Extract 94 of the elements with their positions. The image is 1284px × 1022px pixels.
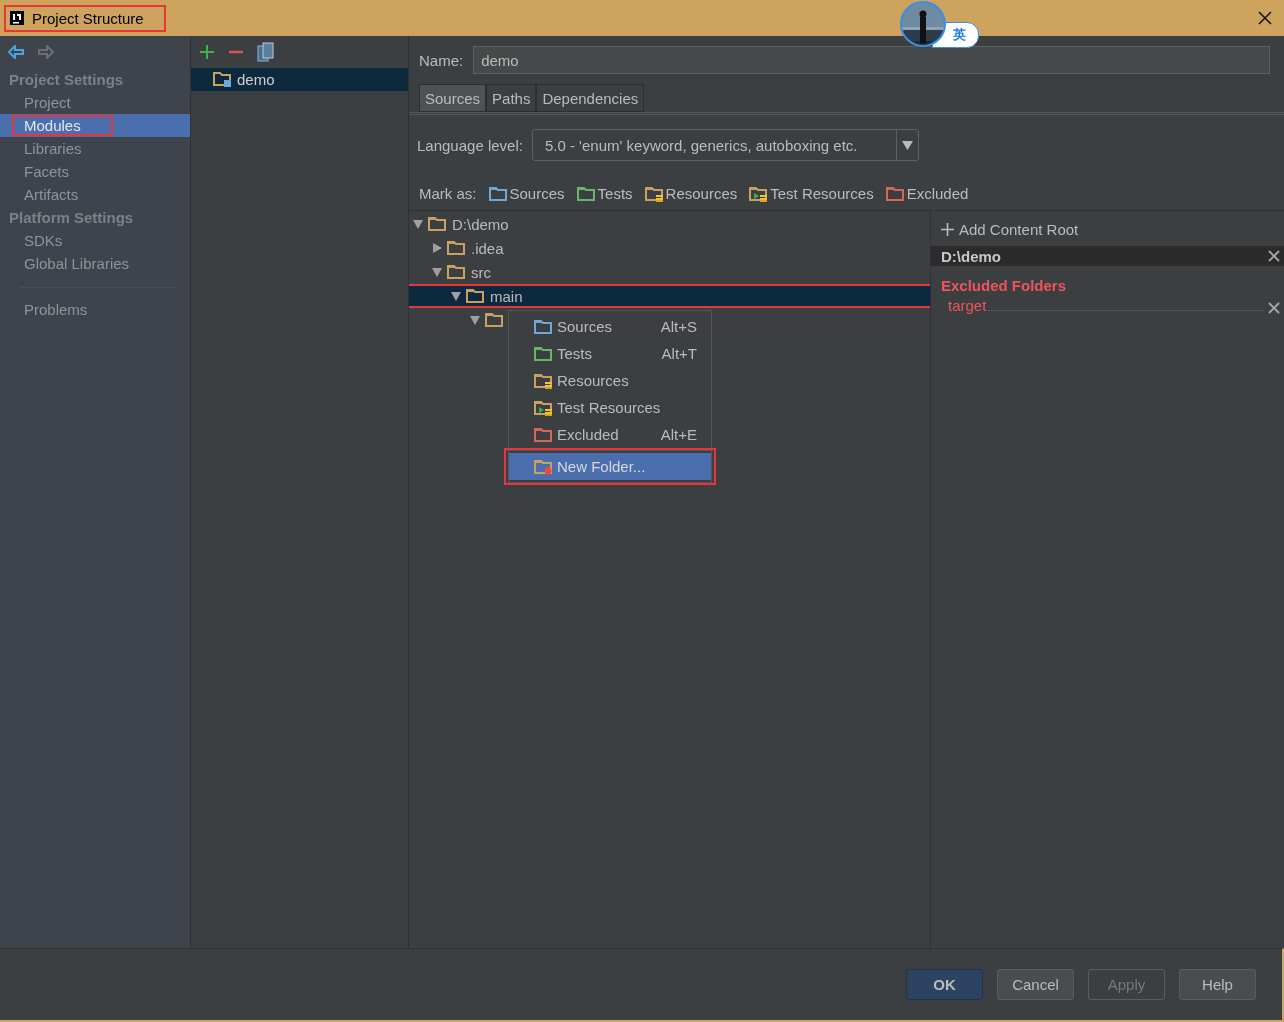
menu-item[interactable]: Test Resources [509,394,711,421]
folder-label: .idea [471,239,504,257]
folder-label: D:\demo [452,215,509,233]
language-level-label: Language level: [417,136,523,154]
tree-row[interactable]: main [409,284,930,308]
menu-item[interactable]: Resources [509,367,711,394]
folder-icon [447,240,466,256]
content-root-path: D:\demo [941,247,1001,265]
tree-row[interactable]: .idea [409,236,504,260]
tree-row[interactable]: src [409,260,491,284]
menu-item-label: Resources [557,372,629,389]
expanded-arrow-icon[interactable] [432,267,442,277]
excluded-folder-name: target [948,297,987,314]
folder-icon [466,288,485,304]
excluded-folders-heading: Excluded Folders [941,277,1067,294]
copy-icon[interactable] [257,42,275,62]
app-logo-icon [10,11,24,25]
mark-as-button[interactable]: Test Resources [749,185,874,202]
mark-as-button[interactable]: Resources [644,185,738,202]
sidebar-item-label: Artifacts [23,185,80,205]
sidebar-heading: Project Settings [8,70,125,90]
folder-icon [749,185,769,202]
sidebar-item-label: Facets [23,162,70,182]
sidebar-item[interactable]: Problems [0,298,190,321]
folder-icon [885,185,905,202]
folder-icon [534,458,553,475]
collapsed-arrow-icon[interactable] [432,243,442,253]
remove-root-button[interactable] [1268,250,1280,262]
folder-label: main [490,287,523,305]
tab[interactable]: Sources [419,84,487,112]
menu-item-label: Sources [557,318,613,335]
language-level-dropdown[interactable]: 5.0 - 'enum' keyword, generics, autoboxing etc. [531,129,919,161]
folder-icon [488,185,508,202]
folder-icon [534,426,553,443]
dropdown-arrow-icon [901,140,913,150]
module-folder-icon [213,71,232,88]
mark-as-button[interactable]: Sources [488,185,565,202]
menu-item[interactable]: Excluded Alt+E [509,421,711,448]
expanded-arrow-icon[interactable] [451,291,461,301]
sidebar-item[interactable]: Artifacts [0,183,190,206]
module-name: demo [237,71,275,88]
name-label: Name: [419,51,464,69]
folder-icon [447,264,466,280]
menu-item[interactable]: Tests Alt+T [509,340,711,367]
close-button[interactable] [1256,9,1274,27]
folder-icon [644,185,664,202]
dialog-button[interactable]: Cancel [997,969,1074,1000]
add-content-root-button[interactable]: Add Content Root [931,217,1284,241]
folder-icon [534,399,553,416]
sidebar-item-label: Project [23,93,72,113]
mark-as-button[interactable]: Tests [576,185,633,202]
mark-as-button[interactable]: Excluded [885,185,969,202]
mark-as-label: Mark as: [419,185,477,202]
name-field[interactable]: demo [473,46,1270,74]
sidebar-item-label: Modules [12,115,113,136]
folder-icon [576,185,596,202]
tab[interactable]: Dependencies [536,84,645,112]
folder-icon [485,312,504,328]
module-row[interactable]: demo [191,68,408,91]
folder-icon [534,372,553,389]
window-title: Project Structure [32,9,144,27]
menu-item-label: Test Resources [557,399,661,416]
add-icon[interactable] [199,44,215,60]
dialog-button[interactable]: OK [906,969,983,1000]
dialog-button[interactable]: Help [1179,969,1256,1000]
sidebar-item[interactable]: SDKs [0,229,190,252]
sidebar-item-label: SDKs [23,231,64,251]
menu-item-label: New Folder... [557,458,646,475]
folder-icon [534,318,553,335]
tree-row[interactable]: D:\demo [409,212,509,236]
sidebar-item[interactable]: Libraries [0,137,190,160]
menu-item-label: Excluded [557,426,619,443]
expanded-arrow-icon[interactable] [470,315,480,325]
folder-icon [428,216,447,232]
sidebar-item-label: Libraries [23,139,83,159]
shortcut-label: Alt+T [661,345,697,362]
shortcut-label: Alt+S [660,318,697,335]
back-arrow-icon[interactable] [8,45,24,59]
sidebar-item[interactable]: Modules [0,114,190,137]
remove-excluded-button[interactable] [1268,302,1280,314]
shortcut-label: Alt+E [660,426,697,443]
sidebar-item[interactable]: Project [0,91,190,114]
sidebar-item[interactable]: Facets [0,160,190,183]
sidebar-item-label: Global Libraries [23,254,131,274]
menu-item-label: Tests [557,345,592,362]
tab[interactable]: Paths [486,84,537,112]
sidebar-heading: Platform Settings [8,208,135,228]
sidebar-item-label: Problems [23,300,89,320]
folder-icon [534,345,553,362]
menu-item[interactable]: Sources Alt+S [509,313,711,340]
expanded-arrow-icon[interactable] [413,219,423,229]
sidebar-item[interactable]: Global Libraries [0,252,190,275]
folder-label: src [471,263,491,281]
plus-icon [941,222,954,236]
